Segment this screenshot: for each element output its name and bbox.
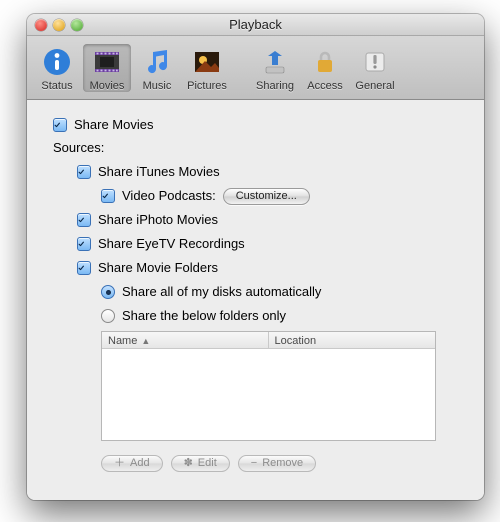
- remove-folder-label: Remove: [262, 457, 303, 469]
- info-icon: [41, 46, 73, 78]
- add-folder-button[interactable]: ＋ Add: [101, 455, 163, 472]
- toolbar-item-access[interactable]: Access: [301, 44, 349, 92]
- folders-table-header: Name ▲ Location: [102, 332, 435, 349]
- minus-icon: −: [251, 458, 257, 469]
- column-header-name[interactable]: Name ▲: [102, 332, 269, 348]
- share-movie-folders-checkbox[interactable]: [77, 261, 91, 275]
- edit-folder-button[interactable]: ✽ Edit: [171, 455, 230, 472]
- toolbar-item-label: Access: [307, 80, 342, 92]
- share-all-disks-label: Share all of my disks automatically: [122, 283, 321, 301]
- share-all-disks-radio[interactable]: [101, 285, 115, 299]
- toolbar-item-label: Music: [143, 80, 172, 92]
- toolbar-item-label: General: [355, 80, 394, 92]
- toolbar-item-general[interactable]: General: [351, 44, 399, 92]
- folders-table-body[interactable]: [102, 349, 435, 440]
- share-itunes-movies-checkbox[interactable]: [77, 165, 91, 179]
- pane-movies: Share Movies Sources: Share iTunes Movie…: [27, 100, 484, 500]
- plus-icon: ＋: [114, 458, 125, 469]
- folders-table: Name ▲ Location: [101, 331, 436, 441]
- share-movies-label: Share Movies: [74, 116, 153, 134]
- column-header-location[interactable]: Location: [269, 332, 436, 348]
- customize-button[interactable]: Customize...: [223, 188, 310, 205]
- share-eyetv-checkbox[interactable]: [77, 237, 91, 251]
- toolbar-item-music[interactable]: Music: [133, 44, 181, 92]
- share-movie-folders-label: Share Movie Folders: [98, 259, 218, 277]
- music-icon: [141, 46, 173, 78]
- toolbar-item-label: Status: [41, 80, 72, 92]
- titlebar: Playback: [27, 14, 484, 36]
- gear-icon: ✽: [184, 458, 193, 469]
- column-header-location-label: Location: [275, 335, 317, 347]
- sort-ascending-icon: ▲: [141, 336, 150, 346]
- lock-icon: [309, 46, 341, 78]
- toolbar-item-label: Pictures: [187, 80, 227, 92]
- movies-icon: [91, 46, 123, 78]
- share-below-folders-radio[interactable]: [101, 309, 115, 323]
- toolbar-item-pictures[interactable]: Pictures: [183, 44, 231, 92]
- video-podcasts-label: Video Podcasts:: [122, 187, 216, 205]
- share-itunes-movies-label: Share iTunes Movies: [98, 163, 220, 181]
- edit-folder-label: Edit: [198, 457, 217, 469]
- toolbar-item-movies[interactable]: Movies: [83, 44, 131, 92]
- toolbar-item-status[interactable]: Status: [33, 44, 81, 92]
- toolbar: Status Movies Music Pictures: [27, 36, 484, 100]
- toolbar-item-sharing[interactable]: Sharing: [251, 44, 299, 92]
- preferences-window: Playback Status Movies Music: [27, 14, 484, 500]
- share-movies-checkbox[interactable]: [53, 118, 67, 132]
- share-iphoto-movies-checkbox[interactable]: [77, 213, 91, 227]
- video-podcasts-checkbox[interactable]: [101, 189, 115, 203]
- add-folder-label: Add: [130, 457, 150, 469]
- pictures-icon: [191, 46, 223, 78]
- window-title: Playback: [27, 17, 484, 32]
- remove-folder-button[interactable]: − Remove: [238, 455, 316, 472]
- share-iphoto-movies-label: Share iPhoto Movies: [98, 211, 218, 229]
- folders-button-row: ＋ Add ✽ Edit − Remove: [101, 455, 466, 472]
- sharing-icon: [259, 46, 291, 78]
- switch-icon: [359, 46, 391, 78]
- column-header-name-label: Name: [108, 335, 137, 347]
- toolbar-item-label: Movies: [90, 80, 125, 92]
- share-eyetv-label: Share EyeTV Recordings: [98, 235, 245, 253]
- share-below-folders-label: Share the below folders only: [122, 307, 286, 325]
- sources-label: Sources:: [53, 140, 466, 155]
- toolbar-item-label: Sharing: [256, 80, 294, 92]
- toolbar-spacer: [233, 67, 249, 69]
